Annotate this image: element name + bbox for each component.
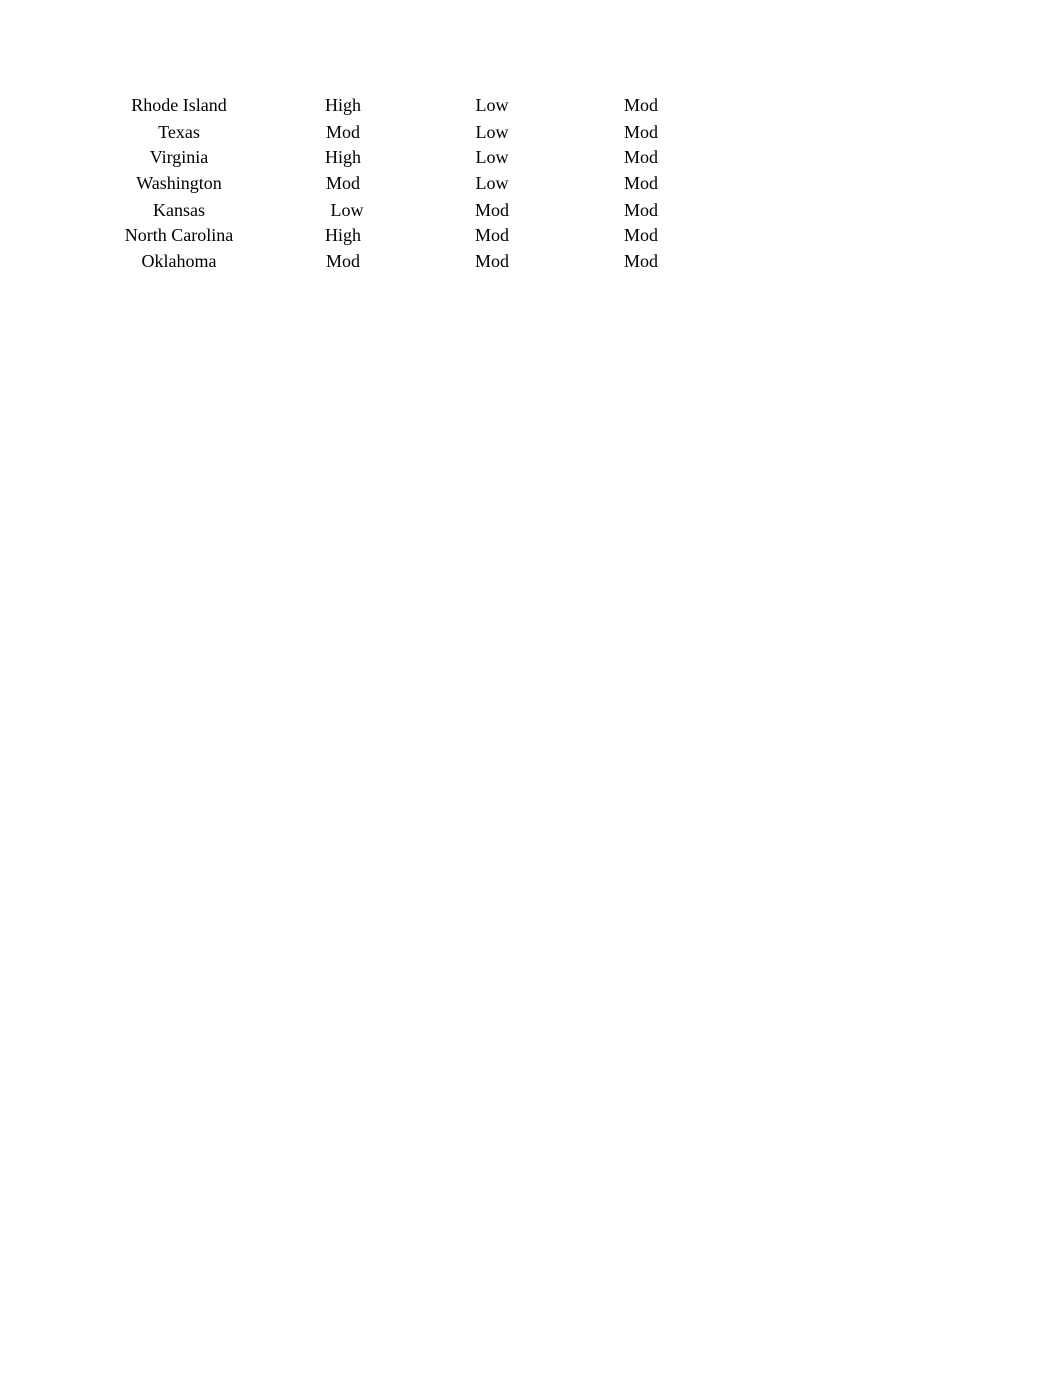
table-row: Oklahoma Mod Mod Mod [0,248,760,274]
state-name-cell: Kansas [153,200,205,220]
rating-cell-2: Low [475,173,509,193]
rating-cell-1: High [325,225,361,245]
rating-cell-3: Mod [623,122,658,142]
state-name-cell: North Carolina [124,225,234,245]
rating-cell-2: Mod [474,251,509,271]
rating-cell-3: Mod [623,147,658,167]
rating-cell-3: Mod [623,173,658,193]
table-row: Washington Mod Low Mod [0,170,760,197]
state-name-cell: Texas [158,122,200,142]
rating-cell-3: Mod [623,95,658,115]
table-row: Rhode Island High Low Mod [0,92,760,119]
rating-cell-1: Mod [325,122,360,142]
state-name-cell: Virginia [149,147,209,167]
rating-cell-2: Mod [474,225,509,245]
rating-cell-1: High [325,95,361,115]
rating-cell-2: Mod [474,200,509,220]
table-row: North Carolina High Mod Mod [0,222,760,248]
state-ratings-table: Rhode Island High Low Mod Texas Mod Low … [0,92,760,274]
state-name-cell: Oklahoma [141,251,217,271]
rating-cell-2: Low [475,147,509,167]
table-row: Texas Mod Low Mod [0,119,760,144]
rating-cell-3: Mod [623,200,658,220]
state-name-cell: Rhode Island [131,95,227,115]
rating-cell-2: Low [475,95,509,115]
state-name-cell: Washington [136,173,222,193]
rating-cell-1: Mod [325,173,360,193]
rating-cell-1: Low [330,200,364,220]
rating-cell-2: Low [475,122,509,142]
rating-cell-1: High [325,147,361,167]
table-row: Kansas Low Mod Mod [0,197,760,222]
table-row: Virginia High Low Mod [0,144,760,170]
rating-cell-3: Mod [623,225,658,245]
rating-cell-1: Mod [325,251,360,271]
rating-cell-3: Mod [623,251,658,271]
